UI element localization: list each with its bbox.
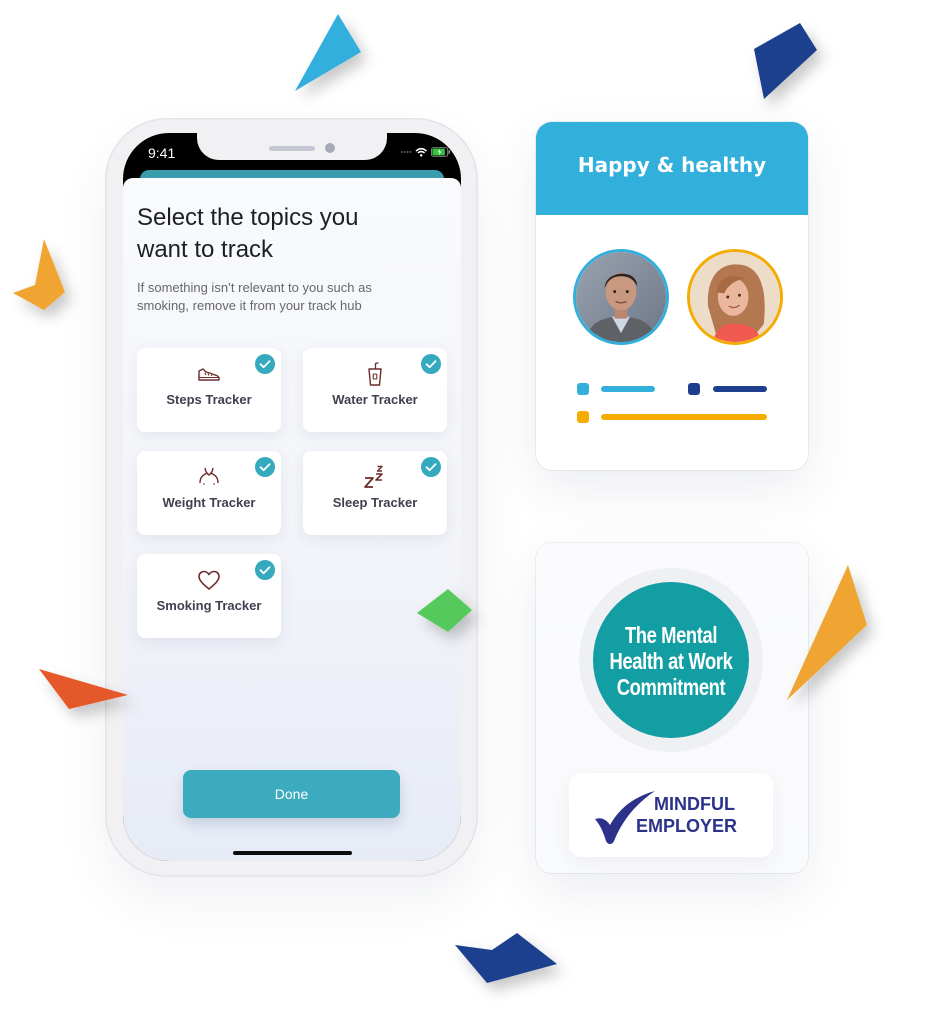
cyan-shard [295,14,361,91]
avatar-woman [687,249,783,345]
tracker-card-steps[interactable]: Steps Tracker [137,348,281,432]
mindful-employer-badge: MINDFUL EMPLOYER [569,773,773,857]
tracker-label: Sleep Tracker [332,495,418,510]
navy-shard-top [754,23,817,99]
badge-line: The Mental [624,622,718,648]
legend-bar [713,386,767,392]
shoe-icon [198,368,220,381]
badge-line: Commitment [616,674,726,700]
title-line: want to track [137,236,274,263]
avatar-photo [690,252,780,342]
title-line: Select the topics you [137,204,359,231]
happy-healthy-card: Happy & healthy [536,122,808,470]
legend-swatch [577,411,589,423]
mindful-employer-text: MINDFUL EMPLOYER [636,793,737,837]
sleep-zzz-icon [364,465,383,488]
mental-health-badge-text: The Mental Health at Work Commitment [593,622,749,700]
tracker-label: Water Tracker [332,392,418,407]
accreditation-card: The Mental Health at Work Commitment MIN… [536,543,808,873]
tracker-card-weight[interactable]: Weight Tracker [137,451,281,535]
legend-bar [601,414,767,420]
tracker-card-sleep[interactable]: Sleep Tracker [303,451,447,535]
subtitle-line: smoking, remove it from your track hub [137,298,362,313]
speaker-grille [269,146,315,151]
phone-screen: 9:41 Select the topics you want to track… [123,133,461,861]
tracker-label: Smoking Tracker [156,598,262,613]
signal-dots-icon [401,151,412,153]
phone-mockup: 9:41 Select the topics you want to track… [105,118,478,877]
navy-shard-bottom [455,933,557,983]
tracker-card-water[interactable]: Water Tracker [303,348,447,432]
body-icon [199,467,219,485]
checkmark-badge-icon[interactable] [255,354,275,374]
checkmark-badge-icon[interactable] [255,457,275,477]
tracker-label: Weight Tracker [162,495,256,510]
mental-health-badge-ring: The Mental Health at Work Commitment [579,568,763,752]
subtitle-line: If something isn’t relevant to you such … [137,280,372,295]
avatar-photo [576,252,666,342]
page-subtitle: If something isn’t relevant to you such … [137,279,447,315]
heart-icon [198,570,220,590]
topic-selection-sheet: Select the topics you want to track If s… [123,178,461,861]
done-button[interactable]: Done [183,770,400,818]
page-title: Select the topics you want to track [137,202,447,266]
home-indicator[interactable] [233,851,352,855]
checkmark-badge-icon[interactable] [421,457,441,477]
legend-bar [601,386,655,392]
water-glass-icon [368,362,382,386]
phone-notch [197,133,387,160]
badge-line: MINDFUL [654,794,735,814]
badge-line: Health at Work [609,648,733,674]
battery-charging-icon [430,147,450,157]
orange-shard-left [13,239,65,310]
card-title: Happy & healthy [577,153,767,177]
front-camera [325,143,335,153]
legend-swatch [688,383,700,395]
mental-health-commitment-badge: The Mental Health at Work Commitment [593,582,749,738]
avatar-man [573,249,669,345]
badge-line: EMPLOYER [636,816,738,836]
status-time: 9:41 [148,145,176,161]
tracker-label: Steps Tracker [166,392,252,407]
legend-swatch [577,383,589,395]
status-icons [401,146,451,158]
checkmark-badge-icon[interactable] [255,560,275,580]
checkmark-badge-icon[interactable] [421,354,441,374]
wifi-icon [415,147,428,157]
tracker-card-smoking[interactable]: Smoking Tracker [137,554,281,638]
